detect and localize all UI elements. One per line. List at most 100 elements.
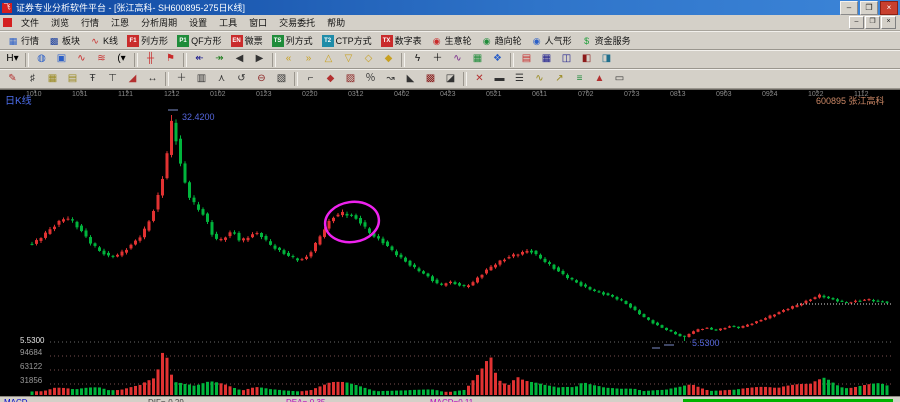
mdi-minimize-button[interactable]: – — [849, 16, 864, 29]
corner-icon[interactable]: ⌐ — [301, 71, 320, 88]
multi-chart-icon[interactable]: ▦ — [468, 51, 487, 68]
menu-item-6[interactable]: 工具 — [213, 16, 243, 29]
toolbar-button-ctp-mode[interactable]: T2CTP方式 — [318, 32, 376, 49]
h-scale-dropdown-icon[interactable]: H▾ — [3, 51, 22, 68]
toolbar-button-f1-list[interactable]: F1列方形 — [123, 32, 172, 49]
mdi-restore-button[interactable]: ❐ — [865, 16, 880, 29]
arrow-ne-icon[interactable]: ↗ — [550, 71, 569, 88]
menu-item-3[interactable]: 江恩 — [105, 16, 135, 29]
chart-canvas[interactable] — [0, 90, 900, 396]
menu-item-8[interactable]: 交易委托 — [273, 16, 321, 29]
pitchfork-icon[interactable]: ⋏ — [212, 71, 231, 88]
menu-item-4[interactable]: 分析周期 — [135, 16, 183, 29]
t-flag-icon[interactable]: ⊤ — [103, 71, 122, 88]
bar-block-icon[interactable]: ▬ — [490, 71, 509, 88]
trend-red-1-icon[interactable]: ∿ — [72, 51, 91, 68]
volume-bar — [409, 390, 412, 395]
toolbar-button-qf-view[interactable]: P1QF方形 — [173, 32, 226, 49]
t-line-icon[interactable]: Ŧ — [83, 71, 102, 88]
toolbar-button-wheel-business[interactable]: ◉生意轮 — [427, 32, 476, 49]
minimize-button[interactable]: – — [840, 1, 858, 15]
diamond-dot-icon[interactable]: ◆ — [321, 71, 340, 88]
volume-bar — [530, 382, 533, 395]
kline-chart-area[interactable]: 1010103111211212010201230220031204020423… — [0, 89, 900, 396]
menu-item-1[interactable]: 浏览 — [45, 16, 75, 29]
candle-body — [233, 232, 236, 233]
rotate-cycle-icon[interactable]: ↺ — [232, 71, 251, 88]
grid-window-icon[interactable]: ◫ — [557, 51, 576, 68]
volume-bar — [175, 382, 178, 395]
candle-body — [161, 179, 164, 195]
hash-grid-icon[interactable]: ♯ — [23, 71, 42, 88]
nav-first-icon[interactable]: ↞ — [190, 51, 209, 68]
globe-icon[interactable]: ◍ — [32, 51, 51, 68]
bands-icon[interactable]: ▥ — [192, 71, 211, 88]
toolbar-button-ts-mode[interactable]: TS列方式 — [268, 32, 317, 49]
equals-lines-icon[interactable]: ≡ — [570, 71, 589, 88]
expand-icon[interactable]: ◇ — [359, 51, 378, 68]
menu-item-2[interactable]: 行情 — [75, 16, 105, 29]
toolbar-button-wheel-trend[interactable]: ◉趋向轮 — [477, 32, 526, 49]
palette-icon[interactable]: ❖ — [488, 51, 507, 68]
matrix-icon[interactable]: ▦ — [537, 51, 556, 68]
flag-chart-icon[interactable]: ⚑ — [161, 51, 180, 68]
menu-item-9[interactable]: 帮助 — [321, 16, 351, 29]
arrow-up-icon[interactable]: △ — [319, 51, 338, 68]
menu-item-0[interactable]: 文件 — [15, 16, 45, 29]
paren-dropdown-icon[interactable]: (▾ — [112, 51, 131, 68]
restore-button[interactable]: ❐ — [860, 1, 878, 15]
nav-next-icon[interactable]: ▶ — [250, 51, 269, 68]
candle-body — [265, 236, 268, 240]
rect-outline-icon[interactable]: ▭ — [610, 71, 629, 88]
volume-bar — [269, 389, 272, 395]
toolbar-button-digit-table[interactable]: TX数字表 — [377, 32, 426, 49]
overlay-wave-icon[interactable]: ∿ — [448, 51, 467, 68]
menu-item-7[interactable]: 窗口 — [243, 16, 273, 29]
toolbar-button-en-ticket[interactable]: EN微票 — [227, 32, 267, 49]
volume-bar — [215, 382, 218, 395]
menu-item-5[interactable]: 设置 — [183, 16, 213, 29]
nav-last-icon[interactable]: ↠ — [210, 51, 229, 68]
kline-box-icon[interactable]: ╫ — [141, 51, 160, 68]
cross-plus-icon[interactable]: ＋ — [172, 71, 191, 88]
toolbar-button-fund-service[interactable]: $资金服务 — [577, 32, 635, 49]
toolbar-button-wheel-popularity[interactable]: ◉人气形 — [527, 32, 576, 49]
half-square-icon[interactable]: ◪ — [441, 71, 460, 88]
wedge-icon[interactable]: ◢ — [123, 71, 142, 88]
zoom-out-icon[interactable]: « — [279, 51, 298, 68]
export-disk-icon[interactable]: ◨ — [597, 51, 616, 68]
shade-a-icon[interactable]: ▧ — [272, 71, 291, 88]
trend-red-2-icon[interactable]: ≋ — [92, 51, 111, 68]
wave-two-icon[interactable]: ∿ — [530, 71, 549, 88]
h-arrows-icon[interactable]: ↔ — [143, 71, 162, 88]
arrow-down-icon[interactable]: ▽ — [339, 51, 358, 68]
tri-up-icon[interactable]: ▲ — [590, 71, 609, 88]
tri-left-icon[interactable]: ◣ — [401, 71, 420, 88]
toolbar-button-kline[interactable]: ∿K线 — [85, 32, 122, 49]
mdi-close-button[interactable]: × — [881, 16, 896, 29]
report-table-icon[interactable]: ▤ — [517, 51, 536, 68]
save-disk-icon[interactable]: ◧ — [577, 51, 596, 68]
grid-yellow-a-icon[interactable]: ▦ — [43, 71, 62, 88]
volume-bar — [278, 390, 281, 395]
close-button[interactable]: × — [880, 1, 898, 15]
wave-arrow-icon[interactable]: ↝ — [381, 71, 400, 88]
zoom-in-icon[interactable]: » — [299, 51, 318, 68]
circle-minus-icon[interactable]: ⊖ — [252, 71, 271, 88]
percent-icon[interactable]: ％ — [361, 71, 380, 88]
indicator-name-label[interactable]: MACD — [4, 398, 28, 402]
shade-b-icon[interactable]: ▨ — [341, 71, 360, 88]
cross-x-icon[interactable]: ✕ — [470, 71, 489, 88]
nav-prev-icon[interactable]: ◀ — [230, 51, 249, 68]
grid-yellow-b-icon[interactable]: ▤ — [63, 71, 82, 88]
crosshair-icon[interactable]: ＋ — [428, 51, 447, 68]
info-box-icon[interactable]: ▣ — [52, 51, 71, 68]
candle-body — [206, 214, 209, 222]
compress-icon[interactable]: ◆ — [379, 51, 398, 68]
toolbar-button-quotes[interactable]: ▦行情 — [3, 32, 43, 49]
shade-c-icon[interactable]: ▩ — [421, 71, 440, 88]
pencil-icon[interactable]: ✎ — [3, 71, 22, 88]
pointer-flash-icon[interactable]: ϟ — [408, 51, 427, 68]
lines-three-icon[interactable]: ☰ — [510, 71, 529, 88]
toolbar-button-sectors[interactable]: ▩板块 — [44, 32, 84, 49]
